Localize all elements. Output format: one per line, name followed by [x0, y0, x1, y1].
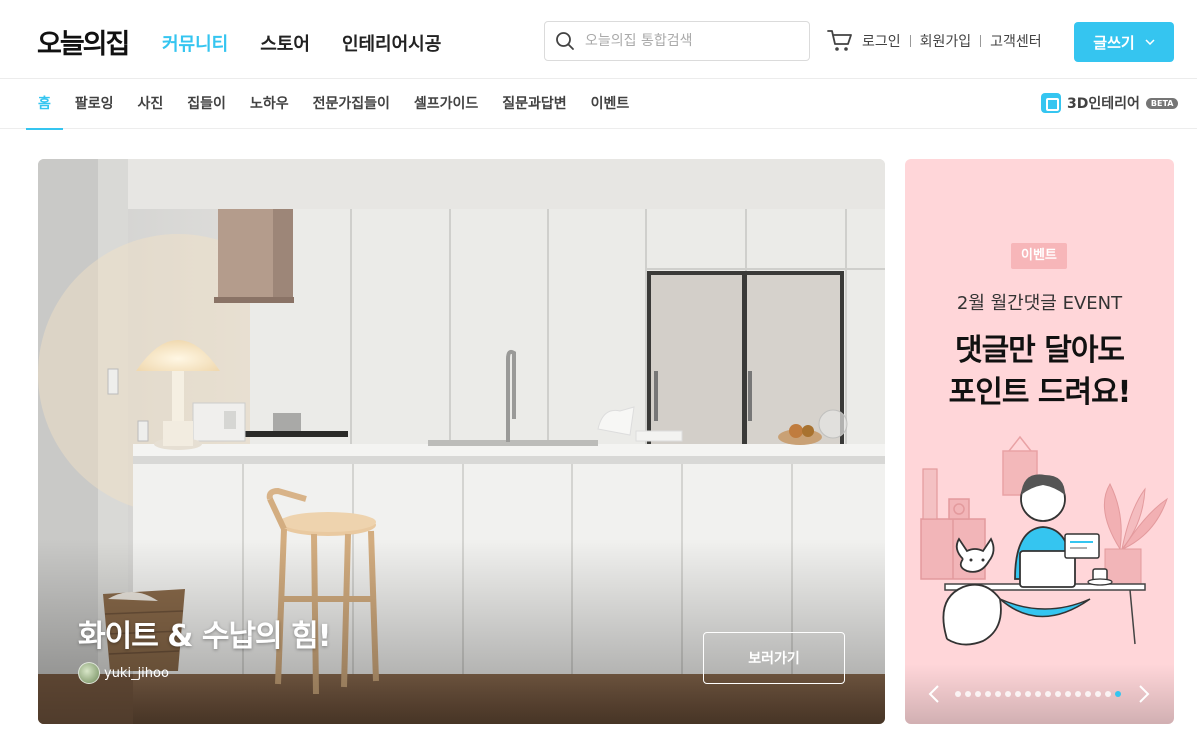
3d-interior-link[interactable]: 3D인테리어 BETA	[1041, 93, 1179, 113]
pager-dot[interactable]	[975, 691, 981, 697]
chevron-right-icon[interactable]	[1133, 683, 1153, 705]
signup-link[interactable]: 회원가입	[920, 31, 972, 51]
hero-author[interactable]: yuki_jihoo	[78, 662, 169, 684]
view-more-button[interactable]: 보러가기	[703, 632, 845, 684]
hero-title: 화이트 & 수납의 힘!	[78, 619, 331, 654]
event-badge: 이벤트	[1011, 243, 1067, 269]
subnav-home[interactable]: 홈	[26, 79, 63, 130]
subnav-qna[interactable]: 질문과답변	[490, 79, 578, 129]
event-illustration	[920, 435, 1168, 646]
subnav-photos[interactable]: 사진	[126, 79, 176, 129]
search-input[interactable]	[585, 29, 800, 53]
search-box[interactable]	[544, 21, 810, 61]
subnav-events[interactable]: 이벤트	[579, 79, 642, 129]
hero-username: yuki_jihoo	[104, 665, 169, 681]
subnav-housewarming[interactable]: 집들이	[175, 79, 238, 129]
pager-dot[interactable]	[1065, 691, 1071, 697]
nav-store[interactable]: 스토어	[260, 30, 310, 56]
sub-nav-items: 홈 팔로잉 사진 집들이 노하우 전문가집들이 셀프가이드 질문과답변 이벤트	[26, 79, 642, 130]
banner-pager	[905, 683, 1174, 705]
pager-dot[interactable]	[985, 691, 991, 697]
main-nav: 커뮤니티 스토어 인테리어시공	[162, 30, 441, 56]
pager-dot[interactable]	[995, 691, 1001, 697]
pager-dots	[955, 691, 1121, 697]
pager-dot[interactable]	[1095, 691, 1101, 697]
3d-interior-label: 3D인테리어	[1067, 96, 1140, 112]
divider	[909, 35, 911, 47]
subnav-knowhow[interactable]: 노하우	[238, 79, 301, 129]
chevron-down-icon	[1145, 39, 1155, 45]
pager-dot[interactable]	[1045, 691, 1051, 697]
pager-dot[interactable]	[1115, 691, 1121, 697]
event-title-line1: 댓글만 달아도	[954, 333, 1125, 368]
divider	[980, 35, 982, 47]
chevron-left-icon[interactable]	[925, 683, 945, 705]
top-header: 오늘의집 커뮤니티 스토어 인테리어시공 로그인 회원가입 고객센터 글쓰기	[0, 0, 1197, 79]
customer-center-link[interactable]: 고객센터	[990, 31, 1042, 51]
util-links: 로그인 회원가입 고객센터	[862, 31, 1042, 51]
pager-dot[interactable]	[1005, 691, 1011, 697]
subnav-expert-housewarming[interactable]: 전문가집들이	[301, 79, 402, 129]
pager-dot[interactable]	[1055, 691, 1061, 697]
event-subtitle: 2월 월간댓글 EVENT	[956, 293, 1123, 314]
subnav-self-guide[interactable]: 셀프가이드	[402, 79, 490, 129]
cart-icon[interactable]	[827, 29, 853, 53]
avatar	[78, 662, 100, 684]
login-link[interactable]: 로그인	[862, 31, 901, 51]
event-banner[interactable]: 이벤트 2월 월간댓글 EVENT 댓글만 달아도 포인트 드려요!	[905, 159, 1174, 724]
pager-dot[interactable]	[1035, 691, 1041, 697]
nav-community[interactable]: 커뮤니티	[162, 30, 228, 56]
pager-dot[interactable]	[1105, 691, 1111, 697]
write-button[interactable]: 글쓰기	[1074, 22, 1174, 62]
nav-interior-construction[interactable]: 인테리어시공	[342, 30, 441, 56]
beta-badge: BETA	[1145, 97, 1179, 109]
pager-dot[interactable]	[955, 691, 961, 697]
subnav-following[interactable]: 팔로잉	[63, 79, 126, 129]
3d-interior-icon	[1041, 93, 1061, 113]
pager-dot[interactable]	[1085, 691, 1091, 697]
search-icon	[556, 32, 574, 50]
pager-dot[interactable]	[1015, 691, 1021, 697]
pager-dot[interactable]	[1075, 691, 1081, 697]
logo[interactable]: 오늘의집	[37, 22, 130, 61]
hero-banner[interactable]: 화이트 & 수납의 힘! yuki_jihoo 보러가기	[38, 159, 885, 724]
pager-dot[interactable]	[1025, 691, 1031, 697]
pager-dot[interactable]	[965, 691, 971, 697]
write-button-label: 글쓰기	[1093, 33, 1135, 52]
sub-nav: 홈 팔로잉 사진 집들이 노하우 전문가집들이 셀프가이드 질문과답변 이벤트	[0, 79, 1197, 130]
event-title-line2: 포인트 드려요!	[948, 375, 1132, 410]
